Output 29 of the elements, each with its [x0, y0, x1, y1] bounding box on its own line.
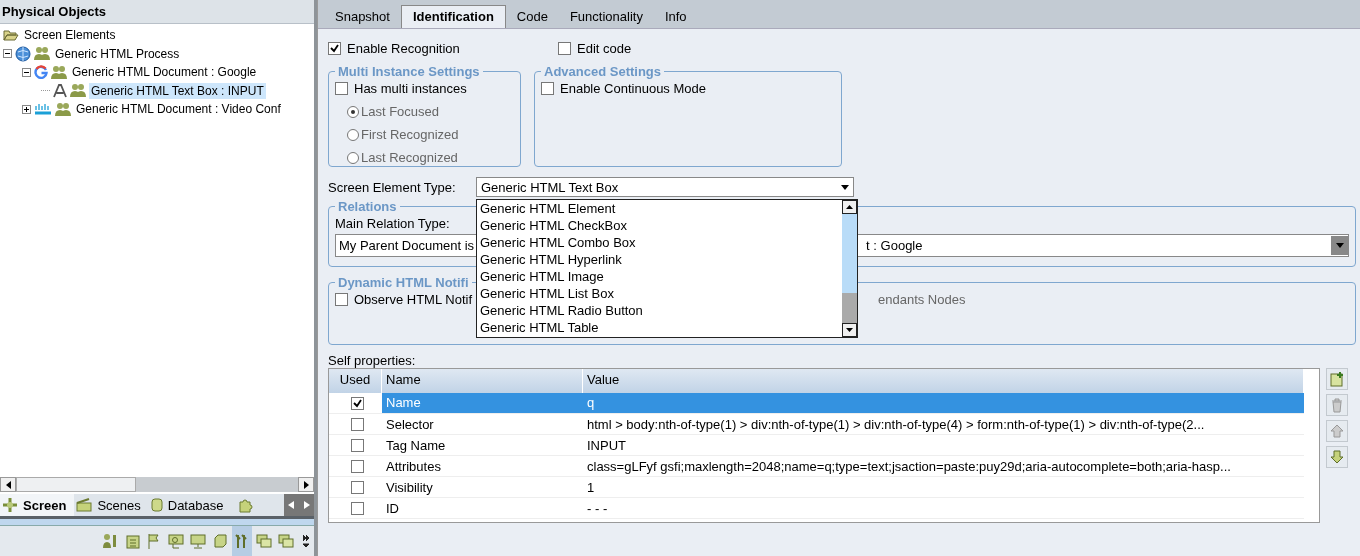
table-cell-text: class=gLFyf gsfi;maxlength=2048;name=q;type=text;jsaction=paste:puy29d;aria-autocomplete=both;aria-hasp... [586, 458, 1232, 474]
radio-label: Last Recognized [361, 150, 458, 165]
table-cell-text: INPUT [586, 437, 627, 453]
table-cell-text: ID [385, 500, 400, 516]
checkbox-label: Enable Recognition [347, 40, 460, 56]
table-cell-text: Visibility [385, 479, 434, 495]
checkbox-label: Enable Continuous Mode [560, 81, 706, 96]
radio-label: First Recognized [361, 127, 459, 142]
table-cell-text: - - - [586, 500, 609, 516]
field-label: Screen Element Type: [328, 179, 457, 195]
table-cell: q [583, 393, 1304, 413]
group-title: Relations [337, 199, 398, 214]
group-title: Advanced Settings [543, 64, 663, 79]
table-cell-text: Selector [385, 416, 435, 432]
table-cell-text: html > body:nth-of-type(1) > div:nth-of-type(1) > div:nth-of-type(4) > form:nth-of-type(1) > div:nth-of-type(2... [586, 416, 1206, 432]
radio-label: Last Focused [361, 104, 440, 119]
table-cell-text: Attributes [385, 458, 442, 474]
checkbox-label: Observe HTML Notif [354, 292, 472, 307]
field-label: Main Relation Type: [335, 216, 450, 231]
group-title: Dynamic HTML Notifi [337, 275, 470, 290]
section-label: Self properties: [328, 353, 417, 368]
option-label: endants Nodes [878, 292, 966, 307]
table-cell: Name [382, 393, 583, 413]
panel-title: Physical Objects [0, 0, 314, 24]
checkbox-label: Has multi instances [354, 81, 467, 96]
table-cell-text: Tag Name [385, 437, 447, 453]
checkbox-label: Edit code [577, 40, 632, 56]
table-cell-text: 1 [586, 479, 596, 495]
group-title: Multi Instance Settings [337, 64, 481, 79]
